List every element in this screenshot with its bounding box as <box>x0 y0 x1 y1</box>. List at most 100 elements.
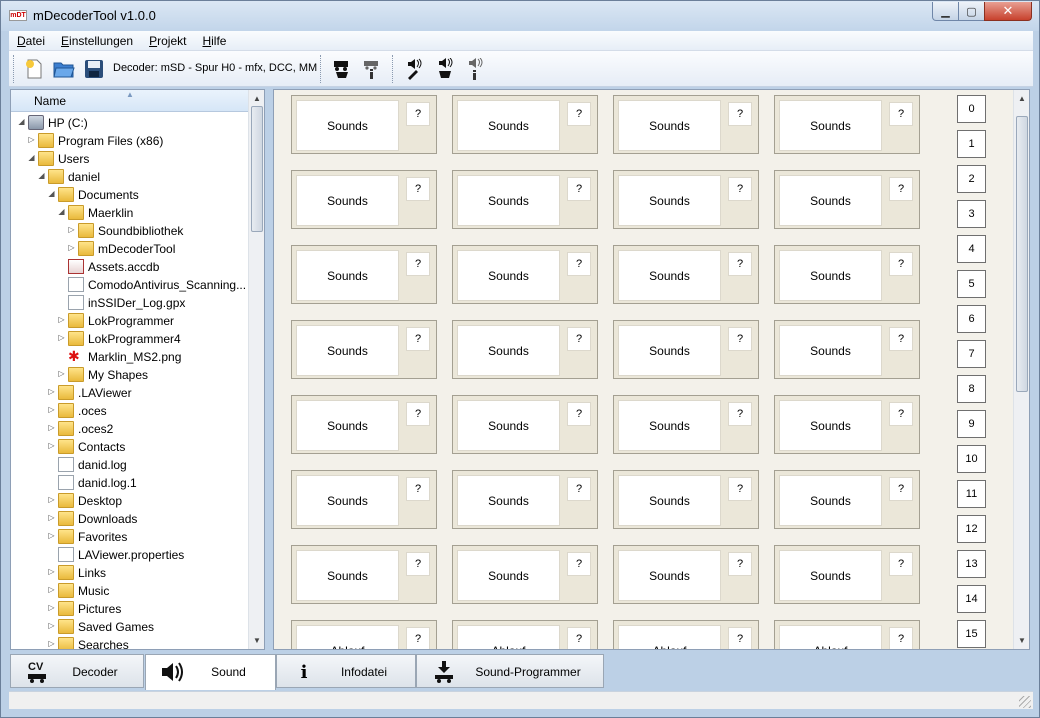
sound-slot-button[interactable]: Sounds <box>457 400 560 451</box>
decoder-info-button[interactable] <box>360 57 384 81</box>
tree-item[interactable]: ▷ Favorites <box>11 528 248 546</box>
slot-help-button[interactable]: ? <box>889 102 913 126</box>
sound-slot-button[interactable]: Sounds <box>457 100 560 151</box>
sound-slot-button[interactable]: Sounds <box>296 250 399 301</box>
tree-item[interactable]: ▷ Soundbibliothek <box>11 222 248 240</box>
sound-number-button[interactable]: 12 <box>957 515 986 543</box>
tree-scrollbar[interactable]: ▲ ▼ <box>248 90 264 649</box>
tree-item[interactable]: ComodoAntivirus_Scanning... <box>11 276 248 294</box>
expand-arrow-icon[interactable]: ▷ <box>47 567 56 576</box>
slot-help-button[interactable]: ? <box>889 252 913 276</box>
close-button[interactable]: ✕ <box>984 2 1032 21</box>
slot-help-button[interactable]: ? <box>406 102 430 126</box>
tab-infodatei[interactable]: i Infodatei <box>276 654 416 688</box>
sound-slot-button[interactable]: Sounds <box>618 550 721 601</box>
slot-help-button[interactable]: ? <box>406 627 430 649</box>
sound-number-button[interactable]: 0 <box>957 95 986 123</box>
tab-sound[interactable]: Sound <box>145 654 276 690</box>
sound-slot-button[interactable]: Sounds <box>296 175 399 226</box>
slot-help-button[interactable]: ? <box>567 627 591 649</box>
slot-help-button[interactable]: ? <box>567 177 591 201</box>
sound-slot-button[interactable]: Sounds <box>296 475 399 526</box>
expand-arrow-icon[interactable]: ▷ <box>47 585 56 594</box>
scroll-down-icon[interactable]: ▼ <box>1014 634 1029 648</box>
slot-help-button[interactable]: ? <box>406 327 430 351</box>
expand-arrow-icon[interactable]: ▷ <box>67 243 76 252</box>
tree-item[interactable]: ▷ .oces2 <box>11 420 248 438</box>
sound-slot-button[interactable]: Sounds <box>779 475 882 526</box>
expand-arrow-icon[interactable]: ▷ <box>57 369 66 378</box>
tree-item[interactable]: ▷ Contacts <box>11 438 248 456</box>
menu-einstellungen[interactable]: Einstellungen <box>53 34 141 48</box>
expand-arrow-icon[interactable]: ▷ <box>47 621 56 630</box>
sound-number-button[interactable]: 7 <box>957 340 986 368</box>
tree-item[interactable]: LAViewer.properties <box>11 546 248 564</box>
sound-slot-button[interactable]: Sounds <box>779 400 882 451</box>
sound-number-button[interactable]: 6 <box>957 305 986 333</box>
slot-help-button[interactable]: ? <box>406 252 430 276</box>
tree-item[interactable]: ▷ LokProgrammer <box>11 312 248 330</box>
slot-help-button[interactable]: ? <box>567 327 591 351</box>
slot-help-button[interactable]: ? <box>728 327 752 351</box>
expand-arrow-icon[interactable]: ▷ <box>47 387 56 396</box>
expand-arrow-icon[interactable]: ▷ <box>67 225 76 234</box>
open-project-button[interactable] <box>52 57 76 81</box>
tree-item[interactable]: ▷ Downloads <box>11 510 248 528</box>
sound-slot-button[interactable]: Sounds <box>296 550 399 601</box>
sound-number-button[interactable]: 9 <box>957 410 986 438</box>
sound-slot-button[interactable]: Sounds <box>457 550 560 601</box>
tree-item[interactable]: ▷ Links <box>11 564 248 582</box>
slot-help-button[interactable]: ? <box>728 252 752 276</box>
collapse-arrow-icon[interactable]: ◢ <box>47 189 56 198</box>
menu-hilfe[interactable]: Hilfe <box>194 34 234 48</box>
sound-slot-button[interactable]: Sounds <box>618 100 721 151</box>
scroll-down-icon[interactable]: ▼ <box>249 634 264 648</box>
sound-slot-button[interactable]: Sounds <box>779 550 882 601</box>
slot-help-button[interactable]: ? <box>889 177 913 201</box>
slot-help-button[interactable]: ? <box>567 402 591 426</box>
tree-item[interactable]: danid.log <box>11 456 248 474</box>
collapse-arrow-icon[interactable]: ◢ <box>27 153 36 162</box>
slot-help-button[interactable]: ? <box>889 327 913 351</box>
sound-number-button[interactable]: 3 <box>957 200 986 228</box>
sound-slot-button[interactable]: Sounds <box>296 325 399 376</box>
slot-help-button[interactable]: ? <box>728 477 752 501</box>
tree-item[interactable]: ▷ mDecoderTool <box>11 240 248 258</box>
expand-arrow-icon[interactable]: ▷ <box>47 531 56 540</box>
decoder-read-button[interactable] <box>330 57 354 81</box>
expand-arrow-icon[interactable]: ▷ <box>47 513 56 522</box>
slot-help-button[interactable]: ? <box>567 477 591 501</box>
slot-help-button[interactable]: ? <box>567 252 591 276</box>
sound-slot-button[interactable]: Sounds <box>779 100 882 151</box>
sound-number-button[interactable]: 14 <box>957 585 986 613</box>
new-project-button[interactable] <box>22 57 46 81</box>
scroll-up-icon[interactable]: ▲ <box>249 92 264 106</box>
tree-item[interactable]: ▷ Searches <box>11 636 248 649</box>
expand-arrow-icon[interactable]: ▷ <box>47 405 56 414</box>
tree-item[interactable]: ◢ daniel <box>11 168 248 186</box>
collapse-arrow-icon[interactable]: ◢ <box>17 117 26 126</box>
tree-item[interactable]: Assets.accdb <box>11 258 248 276</box>
sound-slot-button[interactable]: Sounds <box>618 325 721 376</box>
sound-slot-button[interactable]: Ablauf <box>296 625 399 649</box>
menu-datei[interactable]: Datei <box>9 34 53 48</box>
menu-projekt[interactable]: Projekt <box>141 34 194 48</box>
tree-item[interactable]: inSSIDer_Log.gpx <box>11 294 248 312</box>
tree-item[interactable]: ◢ Documents <box>11 186 248 204</box>
collapse-arrow-icon[interactable]: ◢ <box>57 207 66 216</box>
sound-number-button[interactable]: 4 <box>957 235 986 263</box>
slot-help-button[interactable]: ? <box>406 477 430 501</box>
sound-number-button[interactable]: 15 <box>957 620 986 648</box>
sound-slot-button[interactable]: Sounds <box>618 475 721 526</box>
sound-slot-button[interactable]: Sounds <box>618 400 721 451</box>
tree-item[interactable]: ▷ .oces <box>11 402 248 420</box>
slot-help-button[interactable]: ? <box>889 477 913 501</box>
slot-help-button[interactable]: ? <box>728 177 752 201</box>
sound-number-button[interactable]: 1 <box>957 130 986 158</box>
sound-slot-button[interactable]: Sounds <box>779 325 882 376</box>
slots-scrollbar[interactable]: ▲ ▼ <box>1013 90 1029 649</box>
expand-arrow-icon[interactable]: ▷ <box>57 315 66 324</box>
tree-item[interactable]: ◢ Users <box>11 150 248 168</box>
sound-slot-button[interactable]: Ablauf <box>618 625 721 649</box>
save-project-button[interactable] <box>82 57 106 81</box>
